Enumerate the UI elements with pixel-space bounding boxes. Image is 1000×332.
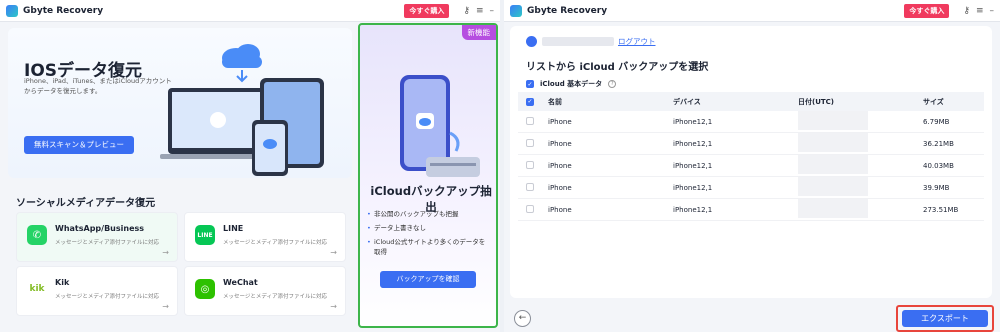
column-header[interactable]: サイズ bbox=[923, 92, 984, 111]
app-desc: メッセージとメディア添付ファイルに対応 bbox=[55, 294, 160, 300]
checkbox-checked-icon[interactable]: ✓ bbox=[526, 80, 534, 88]
cell-name: iPhone bbox=[548, 154, 673, 177]
list-title: リストから iCloud バックアップを選択 bbox=[526, 62, 709, 73]
back-arrow-icon[interactable]: ← bbox=[514, 310, 531, 327]
table-row[interactable]: iPhone iPhone12,1 273.51MB bbox=[518, 198, 984, 221]
ios-recovery-card[interactable]: IOSデータ復元 iPhone、iPad、iTunes、またはiCloudアカウ… bbox=[8, 28, 352, 178]
cell-size: 273.51MB bbox=[923, 198, 984, 221]
arrow-right-icon: → bbox=[162, 302, 169, 311]
table-row[interactable]: iPhone iPhone12,1 40.03MB bbox=[518, 154, 984, 177]
app-card-kik[interactable]: kik Kik メッセージとメディア添付ファイルに対応 → bbox=[16, 266, 178, 316]
date-redacted bbox=[798, 111, 868, 130]
app-card-line[interactable]: LINE LINE メッセージとメディア添付ファイルに対応 → bbox=[184, 212, 346, 262]
date-redacted bbox=[798, 133, 868, 152]
column-header[interactable]: 名前 bbox=[548, 92, 673, 111]
account-name-redacted bbox=[542, 37, 614, 46]
app-title: Gbyte Recovery bbox=[527, 5, 608, 16]
line-icon: LINE bbox=[195, 225, 215, 245]
free-scan-button[interactable]: 無料スキャン＆プレビュー bbox=[24, 136, 134, 154]
icloud-basic-data-row[interactable]: ✓ iCloud 基本データ ? bbox=[526, 79, 617, 89]
app-desc: メッセージとメディア添付ファイルに対応 bbox=[223, 240, 328, 246]
row-checkbox[interactable] bbox=[526, 204, 534, 213]
date-redacted bbox=[798, 199, 868, 218]
table-header-row: ✓ 名前 デバイス 日付(UTC) サイズ bbox=[518, 92, 984, 111]
app-card-wechat[interactable]: ◎ WeChat メッセージとメディア添付ファイルに対応 → bbox=[184, 266, 346, 316]
wechat-icon: ◎ bbox=[195, 279, 215, 299]
kik-icon: kik bbox=[27, 279, 47, 299]
app-desc: メッセージとメディア添付ファイルに対応 bbox=[55, 240, 160, 246]
check-backup-button[interactable]: バックアップを確認 bbox=[380, 271, 476, 288]
cell-size: 6.79MB bbox=[923, 111, 984, 133]
ios-description: iPhone、iPad、iTunes、またはiCloudアカウントからデータを復… bbox=[24, 77, 172, 95]
app-logo-icon bbox=[6, 4, 18, 17]
app-title: Gbyte Recovery bbox=[23, 5, 104, 16]
app-name: Kik bbox=[55, 278, 70, 287]
cell-name: iPhone bbox=[548, 176, 673, 199]
row-checkbox[interactable] bbox=[526, 160, 534, 169]
minimize-icon[interactable]: – bbox=[990, 6, 995, 16]
cell-size: 36.21MB bbox=[923, 132, 984, 155]
devices-illustration-icon bbox=[160, 44, 324, 176]
new-feature-badge: 新機能 bbox=[461, 25, 496, 40]
arrow-right-icon: → bbox=[330, 248, 337, 257]
column-header[interactable]: 日付(UTC) bbox=[798, 92, 923, 111]
cell-size: 40.03MB bbox=[923, 154, 984, 177]
icloud-backup-card[interactable]: 新機能 iCloudバックアップ抽出 非公開のバックアップも把握 データ上書きな… bbox=[358, 23, 498, 328]
cell-name: iPhone bbox=[548, 198, 673, 221]
cell-device: iPhone12,1 bbox=[673, 198, 798, 221]
cell-device: iPhone12,1 bbox=[673, 132, 798, 155]
arrow-right-icon: → bbox=[330, 302, 337, 311]
social-section-title: ソーシャルメディアデータ復元 bbox=[16, 198, 156, 209]
user-avatar-icon bbox=[526, 36, 537, 47]
buy-now-button[interactable]: 今すぐ購入 bbox=[904, 3, 950, 18]
feature-item: iCloud公式サイトより多くのデータを取得 bbox=[367, 237, 490, 257]
buy-now-button[interactable]: 今すぐ購入 bbox=[404, 3, 450, 18]
column-header[interactable]: デバイス bbox=[673, 92, 798, 111]
cell-device: iPhone12,1 bbox=[673, 154, 798, 177]
row-checkbox[interactable] bbox=[526, 116, 534, 125]
cell-device: iPhone12,1 bbox=[673, 176, 798, 199]
row-checkbox[interactable] bbox=[526, 138, 534, 147]
minimize-icon[interactable]: – bbox=[490, 6, 495, 16]
whatsapp-icon: ✆ bbox=[27, 225, 47, 245]
cell-device: iPhone12,1 bbox=[673, 111, 798, 133]
app-name: WeChat bbox=[223, 278, 258, 287]
feature-item: データ上書きなし bbox=[367, 223, 426, 233]
backup-list-panel: ログアウト リストから iCloud バックアップを選択 ✓ iCloud 基本… bbox=[510, 26, 992, 298]
table-row[interactable]: iPhone iPhone12,1 39.9MB bbox=[518, 176, 984, 199]
title-bar: Gbyte Recovery 今すぐ購入 ⚷ ≡ – bbox=[0, 0, 500, 22]
help-icon[interactable]: ? bbox=[608, 80, 617, 88]
date-redacted bbox=[798, 155, 868, 174]
logout-link[interactable]: ログアウト bbox=[618, 36, 656, 47]
feature-item: 非公開のバックアップも把握 bbox=[367, 209, 458, 219]
export-button[interactable]: エクスポート bbox=[902, 310, 988, 327]
account-row: ログアウト bbox=[526, 36, 656, 47]
left-window: Gbyte Recovery 今すぐ購入 ⚷ ≡ – IOSデータ復元 iPho… bbox=[0, 0, 500, 332]
export-highlight: エクスポート bbox=[896, 305, 994, 332]
menu-icon[interactable]: ≡ bbox=[976, 6, 984, 16]
arrow-right-icon: → bbox=[162, 248, 169, 257]
key-icon[interactable]: ⚷ bbox=[463, 6, 470, 16]
row-checkbox[interactable] bbox=[526, 182, 534, 191]
menu-icon[interactable]: ≡ bbox=[476, 6, 484, 16]
app-name: LINE bbox=[223, 224, 244, 233]
date-redacted bbox=[798, 177, 868, 196]
app-card-whatsapp[interactable]: ✆ WhatsApp/Business メッセージとメディア添付ファイルに対応 … bbox=[16, 212, 178, 262]
phone-cloud-illustration-icon bbox=[400, 75, 480, 177]
backup-table: ✓ 名前 デバイス 日付(UTC) サイズ iPhone iPhone12,1 … bbox=[518, 92, 984, 221]
app-desc: メッセージとメディア添付ファイルに対応 bbox=[223, 294, 328, 300]
cell-size: 39.9MB bbox=[923, 176, 984, 199]
basic-data-label: iCloud 基本データ bbox=[540, 80, 603, 88]
select-all-checkbox[interactable]: ✓ bbox=[526, 97, 534, 106]
app-logo-icon bbox=[510, 4, 522, 17]
key-icon[interactable]: ⚷ bbox=[963, 6, 970, 16]
title-bar: Gbyte Recovery 今すぐ購入 ⚷ ≡ – bbox=[504, 0, 1000, 22]
cell-name: iPhone bbox=[548, 132, 673, 155]
table-row[interactable]: iPhone iPhone12,1 6.79MB bbox=[518, 111, 984, 133]
table-row[interactable]: iPhone iPhone12,1 36.21MB bbox=[518, 132, 984, 155]
app-name: WhatsApp/Business bbox=[55, 224, 145, 233]
cell-name: iPhone bbox=[548, 111, 673, 133]
